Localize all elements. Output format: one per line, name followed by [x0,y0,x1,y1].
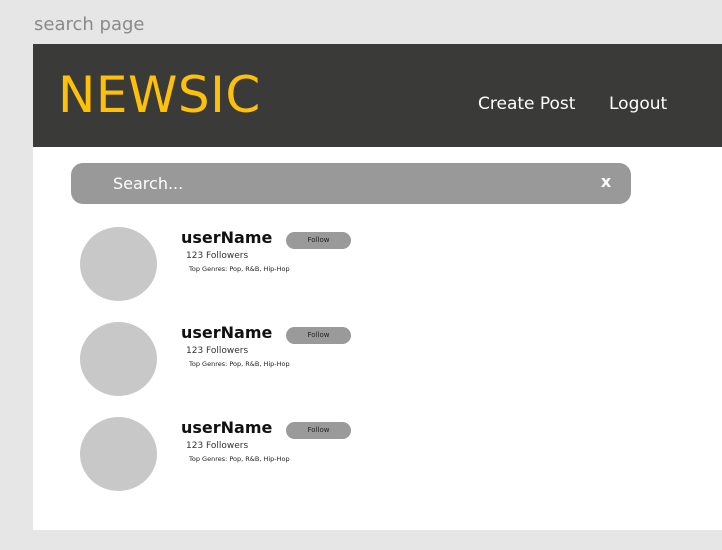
create-post-link[interactable]: Create Post [478,94,575,114]
search-bar: x [71,163,631,204]
clear-search-icon[interactable]: x [598,172,614,192]
follower-count: 123 Followers [186,346,249,356]
logo[interactable]: NEWSIC [58,65,261,125]
user-result: userName Follow 123 Followers Top Genres… [33,322,722,412]
top-genres: Top Genres: Pop, R&B, Hip-Hop [189,360,290,368]
username[interactable]: userName [181,418,272,437]
user-result: userName Follow 123 Followers Top Genres… [33,227,722,317]
follow-button[interactable]: Follow [286,327,351,344]
follow-button[interactable]: Follow [286,422,351,439]
username[interactable]: userName [181,323,272,342]
follower-count: 123 Followers [186,441,249,451]
avatar[interactable] [80,417,157,491]
frame-label: search page [34,14,145,35]
follower-count: 123 Followers [186,251,249,261]
top-genres: Top Genres: Pop, R&B, Hip-Hop [189,455,290,463]
avatar[interactable] [80,322,157,396]
username[interactable]: userName [181,228,272,247]
navbar: NEWSIC Create Post Logout [33,44,722,147]
app-frame: NEWSIC Create Post Logout x userName Fol… [33,44,722,530]
user-result: userName Follow 123 Followers Top Genres… [33,417,722,507]
top-genres: Top Genres: Pop, R&B, Hip-Hop [189,265,290,273]
follow-button[interactable]: Follow [286,232,351,249]
logout-link[interactable]: Logout [609,94,667,114]
avatar[interactable] [80,227,157,301]
search-input[interactable] [113,171,573,196]
